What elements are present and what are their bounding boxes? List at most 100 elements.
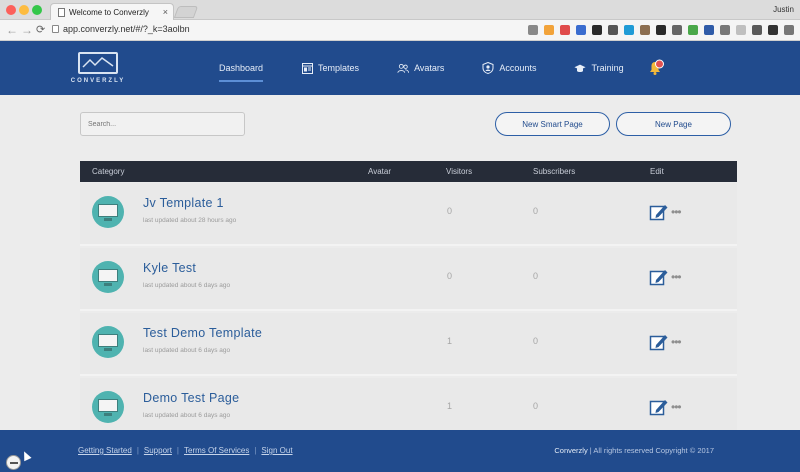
col-edit: Edit xyxy=(650,167,664,176)
browser-extension-icon[interactable] xyxy=(528,25,538,35)
app-footer: Getting Started | Support | Terms Of Ser… xyxy=(0,430,800,472)
logo-mark xyxy=(78,52,118,74)
nav-training[interactable]: Training xyxy=(574,60,624,76)
last-updated-text: last updated about 28 hours ago xyxy=(143,217,237,224)
chat-widget-icon[interactable] xyxy=(6,455,21,470)
browser-extension-icon[interactable] xyxy=(768,25,778,35)
forward-arrow-icon[interactable]: → xyxy=(21,23,33,37)
main-navigation: Dashboard Templates Avatars Accounts Tra… xyxy=(219,60,662,82)
page-thumbnail-icon[interactable] xyxy=(92,196,124,228)
nav-accounts-label: Accounts xyxy=(499,63,537,73)
browser-extension-icon[interactable] xyxy=(592,25,602,35)
close-window-button[interactable] xyxy=(6,5,16,15)
page-thumbnail-icon[interactable] xyxy=(92,391,124,423)
browser-tab[interactable]: Welcome to Converzly × xyxy=(50,3,174,20)
browser-profile-name[interactable]: Justin xyxy=(773,5,794,14)
browser-extension-icon[interactable] xyxy=(576,25,586,35)
browser-extension-icon[interactable] xyxy=(688,25,698,35)
edit-pencil-icon[interactable] xyxy=(649,267,669,287)
browser-extension-icon[interactable] xyxy=(544,25,554,35)
monitor-icon xyxy=(98,334,118,347)
browser-extension-icon[interactable] xyxy=(624,25,634,35)
browser-toolbar: ← → ⟳ app.converzly.net/#/?_k=3aolbn xyxy=(0,20,800,41)
converzly-logo[interactable]: CONVERZLY xyxy=(69,52,127,90)
visitors-count: 0 xyxy=(447,271,453,281)
visitors-count: 1 xyxy=(447,401,453,411)
more-options-icon[interactable]: ••• xyxy=(671,335,682,349)
col-category[interactable]: Category xyxy=(92,167,124,176)
visitors-count: 1 xyxy=(447,336,453,346)
page-title-link[interactable]: Kyle Test xyxy=(143,261,196,275)
notifications-bell-icon[interactable] xyxy=(647,59,665,77)
table-row[interactable]: Kyle Test last updated about 6 days ago … xyxy=(80,248,737,311)
last-updated-text: last updated about 6 days ago xyxy=(143,282,231,289)
app-header: CONVERZLY Dashboard Templates Avatars Ac… xyxy=(0,41,800,95)
browser-extension-icon[interactable] xyxy=(560,25,570,35)
table-row[interactable]: Test Demo Template last updated about 6 … xyxy=(80,313,737,376)
footer-link-getting-started[interactable]: Getting Started xyxy=(78,446,132,455)
accounts-icon xyxy=(482,62,494,74)
last-updated-text: last updated about 6 days ago xyxy=(143,412,231,419)
browser-extension-icon[interactable] xyxy=(672,25,682,35)
url-text[interactable]: app.converzly.net/#/?_k=3aolbn xyxy=(63,24,190,34)
browser-extension-icon[interactable] xyxy=(608,25,618,35)
browser-extension-icon[interactable] xyxy=(752,25,762,35)
page-title-link[interactable]: Jv Template 1 xyxy=(143,196,224,210)
monitor-icon xyxy=(98,204,118,217)
nav-dashboard[interactable]: Dashboard xyxy=(219,60,264,82)
table-row[interactable]: Jv Template 1 last updated about 28 hour… xyxy=(80,183,737,246)
reload-icon[interactable]: ⟳ xyxy=(36,23,45,37)
tab-close-icon[interactable]: × xyxy=(163,7,168,17)
page-title-link[interactable]: Demo Test Page xyxy=(143,391,239,405)
new-tab-button[interactable] xyxy=(173,6,199,18)
templates-icon xyxy=(301,62,313,74)
copyright-text: Converzly | All rights reserved Copyrigh… xyxy=(554,446,714,455)
edit-pencil-icon[interactable] xyxy=(649,397,669,417)
footer-separator: | xyxy=(254,446,257,455)
browser-extension-icon[interactable] xyxy=(784,25,794,35)
page-thumbnail-icon[interactable] xyxy=(92,261,124,293)
monitor-stand xyxy=(104,348,112,351)
browser-extension-icon[interactable] xyxy=(656,25,666,35)
col-subscribers[interactable]: Subscribers xyxy=(533,167,575,176)
more-options-icon[interactable]: ••• xyxy=(671,205,682,219)
minimize-window-button[interactable] xyxy=(19,5,29,15)
nav-accounts[interactable]: Accounts xyxy=(482,60,536,76)
nav-training-label: Training xyxy=(591,63,624,73)
footer-copyright: | All rights reserved Copyright © 2017 xyxy=(589,446,714,455)
col-avatar[interactable]: Avatar xyxy=(368,167,391,176)
nav-avatars[interactable]: Avatars xyxy=(397,60,444,76)
footer-links: Getting Started | Support | Terms Of Ser… xyxy=(78,446,293,455)
new-smart-page-button[interactable]: New Smart Page xyxy=(495,112,610,136)
footer-link-sign-out[interactable]: Sign Out xyxy=(261,446,292,455)
more-options-icon[interactable]: ••• xyxy=(671,270,682,284)
address-bar[interactable]: app.converzly.net/#/?_k=3aolbn xyxy=(52,24,190,34)
footer-link-terms[interactable]: Terms Of Services xyxy=(184,446,249,455)
footer-brand: Converzly xyxy=(554,446,588,455)
last-updated-text: last updated about 6 days ago xyxy=(143,347,231,354)
edit-pencil-icon[interactable] xyxy=(649,332,669,352)
footer-link-support[interactable]: Support xyxy=(144,446,172,455)
table-header: Category Avatar Visitors Subscribers Edi… xyxy=(80,161,737,182)
browser-extension-icon[interactable] xyxy=(720,25,730,35)
page-title-link[interactable]: Test Demo Template xyxy=(143,326,262,340)
browser-extension-icon[interactable] xyxy=(704,25,714,35)
search-input[interactable] xyxy=(80,112,245,136)
new-page-button[interactable]: New Page xyxy=(616,112,731,136)
browser-titlebar: Welcome to Converzly × Justin xyxy=(0,0,800,20)
browser-extension-icon[interactable] xyxy=(736,25,746,35)
more-options-icon[interactable]: ••• xyxy=(671,400,682,414)
page-icon xyxy=(58,8,65,17)
page-info-icon[interactable] xyxy=(52,25,59,33)
col-visitors[interactable]: Visitors xyxy=(446,167,472,176)
nav-templates[interactable]: Templates xyxy=(301,60,359,76)
back-arrow-icon[interactable]: ← xyxy=(6,23,18,37)
page-thumbnail-icon[interactable] xyxy=(92,326,124,358)
browser-extension-icon[interactable] xyxy=(640,25,650,35)
edit-pencil-icon[interactable] xyxy=(649,202,669,222)
extensions-toolbar xyxy=(528,25,794,35)
subscribers-count: 0 xyxy=(533,401,539,411)
maximize-window-button[interactable] xyxy=(32,5,42,15)
monitor-icon xyxy=(98,399,118,412)
footer-separator: | xyxy=(136,446,139,455)
